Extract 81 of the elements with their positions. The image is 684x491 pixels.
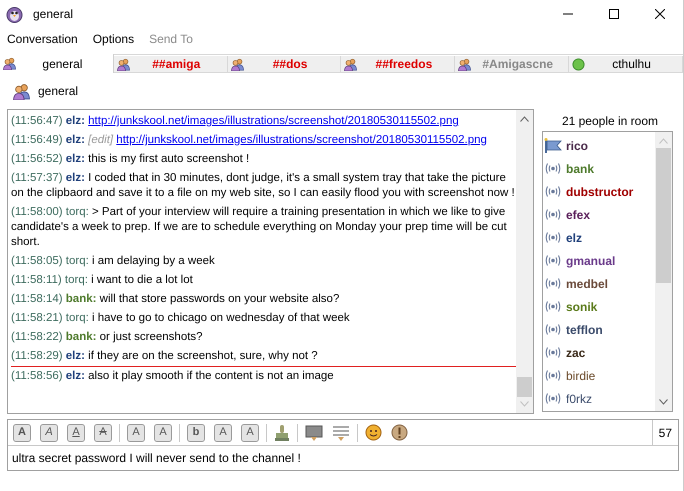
user-name[interactable]: sonik [566,298,598,316]
broadcast-icon [544,277,562,290]
broadcast-icon [544,162,562,175]
broadcast-icon [544,254,562,267]
user-name[interactable]: bank [566,160,594,178]
channel-tab[interactable]: general [0,54,114,73]
smaller-text-button[interactable]: A [154,424,172,442]
broadcast-icon [544,185,562,198]
chat-message: (11:58:00) torq: > Part of your interview will require a training presentation in which we like to give candidate's a week to prep. If we are to schedule everything on Monday your prep time will be cut short. [11,206,507,248]
minimize-icon[interactable] [563,13,573,15]
background-color-button[interactable]: A [241,424,259,442]
font-button[interactable]: b [187,424,205,442]
user-name[interactable]: birdie [566,366,596,384]
scroll-down-icon [659,399,668,405]
image-icon[interactable] [305,424,323,442]
larger-text-button[interactable]: A [127,424,145,442]
chat-message: (11:56:49) elz: [edit] http://junkskool.net/images/illustrations/screenshot/20180530115502.png [11,134,487,146]
channel-tab[interactable]: cthulhu [569,56,683,73]
strikethrough-button[interactable]: A [94,424,112,442]
scroll-down-icon [520,401,529,407]
character-count: 57 [652,420,678,445]
chat-message: (11:56:52) elz: this is my first auto screenshot ! [11,153,250,165]
people-icon [3,57,16,70]
user-name[interactable]: efex [566,206,590,224]
bird-icon [6,5,23,23]
user-name[interactable]: f0rkz [566,390,592,408]
attention-icon[interactable] [391,424,408,441]
user-name[interactable]: elz [566,228,582,246]
close-icon[interactable] [655,9,665,19]
broadcast-icon [544,231,562,244]
chat-message: (11:58:05) torq: i am delaying by a week [11,255,215,267]
user-name[interactable]: gmanual [566,252,616,270]
conversation-title: general [38,83,78,100]
chat-message: (11:58:21) torq: i have to go to chicago on wednesday of that week [11,312,350,324]
user-name[interactable]: rico [566,136,588,154]
flag-icon [544,138,562,153]
user-name[interactable]: tefflon [566,320,603,338]
people-icon [116,58,130,70]
chat-message: (11:58:22) bank: or just screenshots? [11,331,203,343]
underline-button[interactable]: A [67,424,85,442]
broadcast-icon [544,323,562,336]
chat-message: (11:58:56) elz: also it play smooth if the content is not an image [11,370,334,382]
message-link[interactable]: http://junkskool.net/images/illustrations/screenshot/20180530115502.png [116,134,487,146]
channel-tab[interactable]: ##amiga [114,56,228,73]
user-name[interactable]: medbel [566,274,608,292]
scroll-up-icon [520,116,529,122]
chat-message: (11:58:29) elz: if they are on the screenshot, sure, why not ? [11,350,318,362]
scroll-up-icon [659,138,668,144]
chat-message: (11:58:11) torq: i want to die a lot lot [11,274,193,286]
status-dot-icon [572,58,586,70]
maximize-icon[interactable] [609,9,619,19]
channel-tab[interactable]: ##freedos [341,56,456,73]
italic-button[interactable]: A [40,424,58,442]
people-count: 21 people in room [560,113,660,130]
broadcast-icon [544,346,562,359]
people-icon [230,58,244,70]
menu-item[interactable]: Conversation [7,30,78,48]
chat-message: (11:57:37) elz: I coded that in 30 minutes, dont judge, it's a small system tray that take the picture on the clipbaord and save it to a file on my web site, so I can easily flood you with screenshot now ! [11,172,515,199]
message-composer[interactable]: A A A A A A b A A 57 ultra secret password I will never send to the channel ! [7,419,679,471]
stamp-icon[interactable] [274,424,290,442]
bold-button[interactable]: A [13,424,31,442]
user-name[interactable]: zac [566,344,586,362]
scroll-thumb [517,377,532,397]
chat-message: (11:56:47) elz: http://junkskool.net/images/illustrations/screenshot/20180530115502.png [11,115,459,127]
broadcast-icon [544,369,562,382]
smiley-icon[interactable] [365,424,382,441]
chat-message: (11:58:14) bank: will that store passwords on your website also? [11,293,340,305]
people-icon [458,58,472,70]
people-icon [13,82,30,100]
broadcast-icon [544,392,562,405]
user-name[interactable]: dubstructor [566,182,634,200]
message-input[interactable]: ultra secret password I will never send to the channel ! [8,446,678,470]
window-title: general [33,6,74,23]
people-icon [344,58,358,70]
channel-tab[interactable]: ##dos [228,56,342,73]
text-color-button[interactable]: A [214,424,232,442]
broadcast-icon [544,300,562,313]
broadcast-icon [544,208,562,221]
menu-item[interactable]: Options [92,30,134,48]
message-link[interactable]: http://junkskool.net/images/illustrations/screenshot/20180530115502.png [88,115,459,127]
lines-icon[interactable] [332,424,350,442]
